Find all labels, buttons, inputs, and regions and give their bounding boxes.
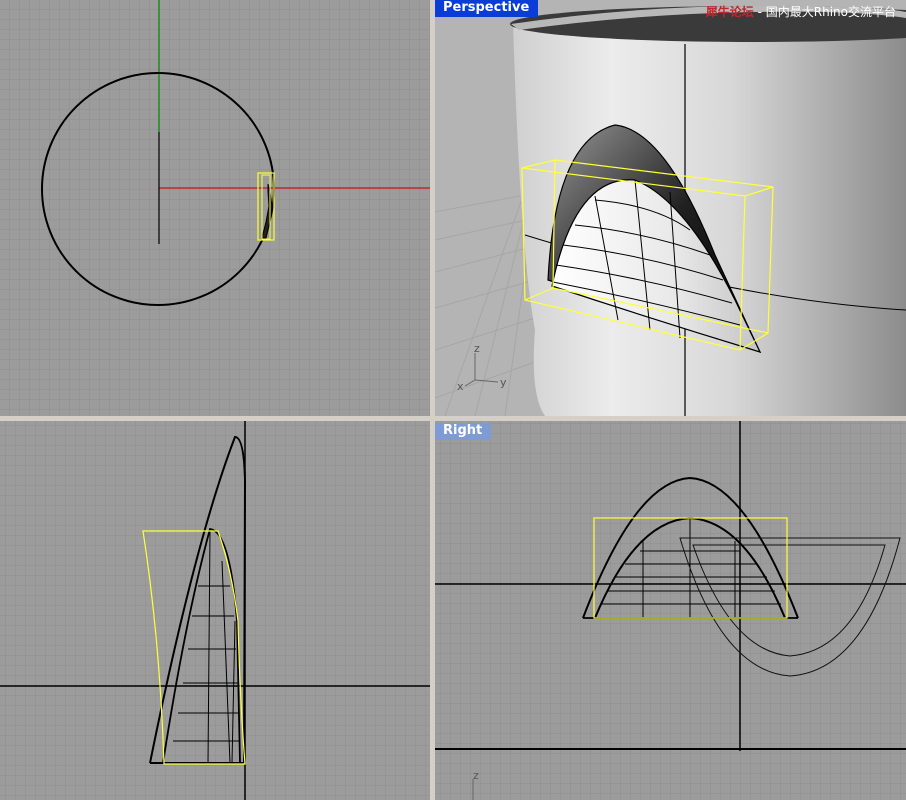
axis-label-z: z	[474, 342, 480, 355]
watermark: 犀牛论坛 - 国内最大Rhino交流平台	[706, 5, 896, 19]
front-viewport[interactable]	[0, 421, 430, 800]
axis-label-x: x	[457, 380, 464, 393]
axis-gizmo	[464, 353, 499, 387]
axis-label-z: z	[473, 769, 479, 782]
viewport-splitter-vertical[interactable]	[430, 0, 435, 800]
construction-grid	[435, 421, 906, 800]
viewport-splitter-horizontal[interactable]	[0, 416, 906, 421]
right-viewport-canvas[interactable]: z	[435, 421, 906, 800]
viewport-label-perspective[interactable]: Perspective	[435, 0, 539, 17]
front-viewport-canvas[interactable]	[0, 421, 430, 800]
perspective-grid	[435, 189, 536, 416]
construction-grid	[0, 421, 430, 800]
perspective-viewport[interactable]: z y x Perspective 犀牛论坛 - 国内最大Rhino交流平台	[435, 0, 906, 416]
construction-grid	[0, 0, 430, 416]
watermark-site: 犀牛论坛	[705, 5, 754, 19]
right-viewport[interactable]: z Right	[435, 421, 906, 800]
top-viewport-canvas[interactable]	[0, 0, 430, 416]
watermark-tagline: 国内最大Rhino交流平台	[765, 5, 896, 19]
watermark-separator: -	[753, 5, 766, 19]
perspective-canvas[interactable]: z y x	[435, 0, 906, 416]
viewport-label-right[interactable]: Right	[435, 423, 492, 440]
axis-label-y: y	[500, 376, 507, 389]
top-viewport[interactable]	[0, 0, 430, 416]
